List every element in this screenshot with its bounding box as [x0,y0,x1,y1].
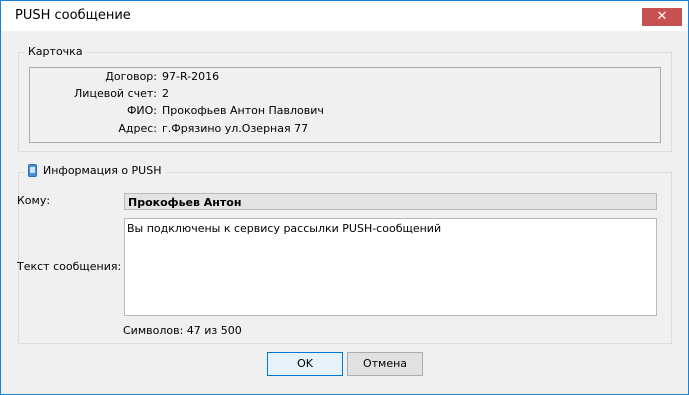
message-text-area[interactable]: Вы подключены к сервису рассылки PUSH-со… [124,218,657,316]
close-icon: ✕ [656,9,668,24]
card-row-contract: Договор: 97-R-2016 [30,70,660,86]
address-value: г.Фрязино ул.Озерная 77 [162,122,309,135]
character-counter: Символов: 47 из 500 [123,324,242,337]
name-value: Прокофьев Антон Павлович [162,104,324,117]
push-legend-label: Информация о PUSH [43,164,162,177]
card-row-account: Лицевой счет: 2 [30,87,660,103]
title-bar[interactable]: PUSH сообщение ✕ [1,1,688,31]
push-legend: Информация о PUSH [25,164,165,177]
dialog-window: PUSH сообщение ✕ Карточка Договор: 97-R-… [0,0,689,395]
card-legend: Карточка [25,45,86,58]
contract-value: 97-R-2016 [162,70,220,83]
name-label: ФИО: [126,104,157,117]
card-group: Карточка Договор: 97-R-2016 Лицевой счет… [18,45,672,152]
card-details-panel: Договор: 97-R-2016 Лицевой счет: 2 ФИО: … [29,67,661,143]
card-row-address: Адрес: г.Фрязино ул.Озерная 77 [30,122,660,138]
contract-label: Договор: [105,70,157,83]
account-value: 2 [162,87,169,100]
push-info-group: Информация о PUSH Кому: Прокофьев Антон … [17,164,672,344]
card-row-name: ФИО: Прокофьев Антон Павлович [30,104,660,120]
address-label: Адрес: [118,122,157,135]
message-text-label: Текст сообщения: [17,260,122,273]
card-legend-label: Карточка [28,45,83,58]
ok-button[interactable]: OK [267,352,343,376]
close-button[interactable]: ✕ [642,8,682,26]
phone-icon [28,164,37,177]
window-title: PUSH сообщение [15,8,131,23]
recipient-field[interactable]: Прокофьев Антон [124,193,657,210]
account-label: Лицевой счет: [74,87,157,100]
recipient-label: Кому: [17,194,51,207]
cancel-button[interactable]: Отмена [347,352,423,376]
